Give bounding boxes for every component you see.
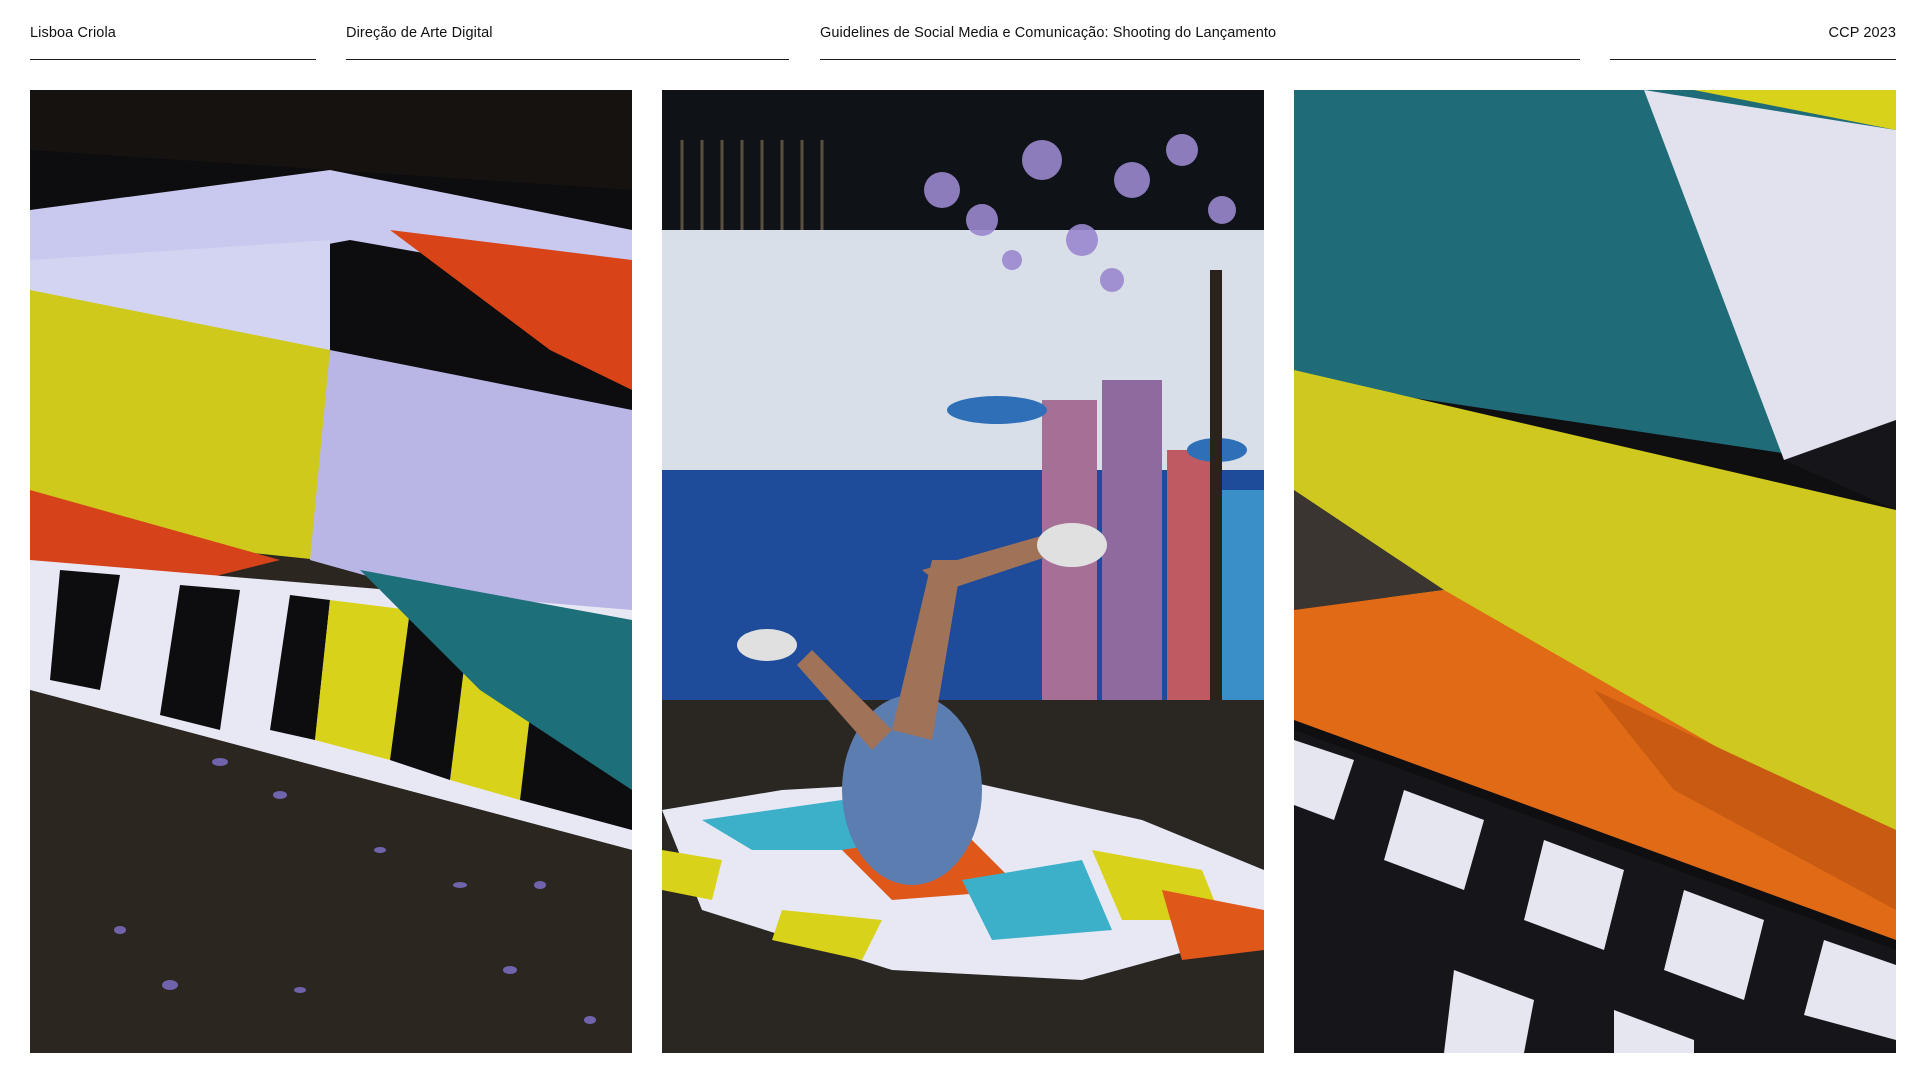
header-brand: Lisboa Criola <box>30 25 316 60</box>
header-title: Guidelines de Social Media e Comunicação… <box>820 25 1580 60</box>
header-section: Direção de Arte Digital <box>346 25 789 60</box>
header-bar: Lisboa Criola Direção de Arte Digital Gu… <box>0 0 1920 60</box>
header-year: CCP 2023 <box>1610 25 1896 60</box>
photo-fabric-asphalt <box>30 90 632 1053</box>
photo-dancer-mural <box>662 90 1264 1053</box>
photo-fabric-closeup <box>1294 90 1896 1053</box>
